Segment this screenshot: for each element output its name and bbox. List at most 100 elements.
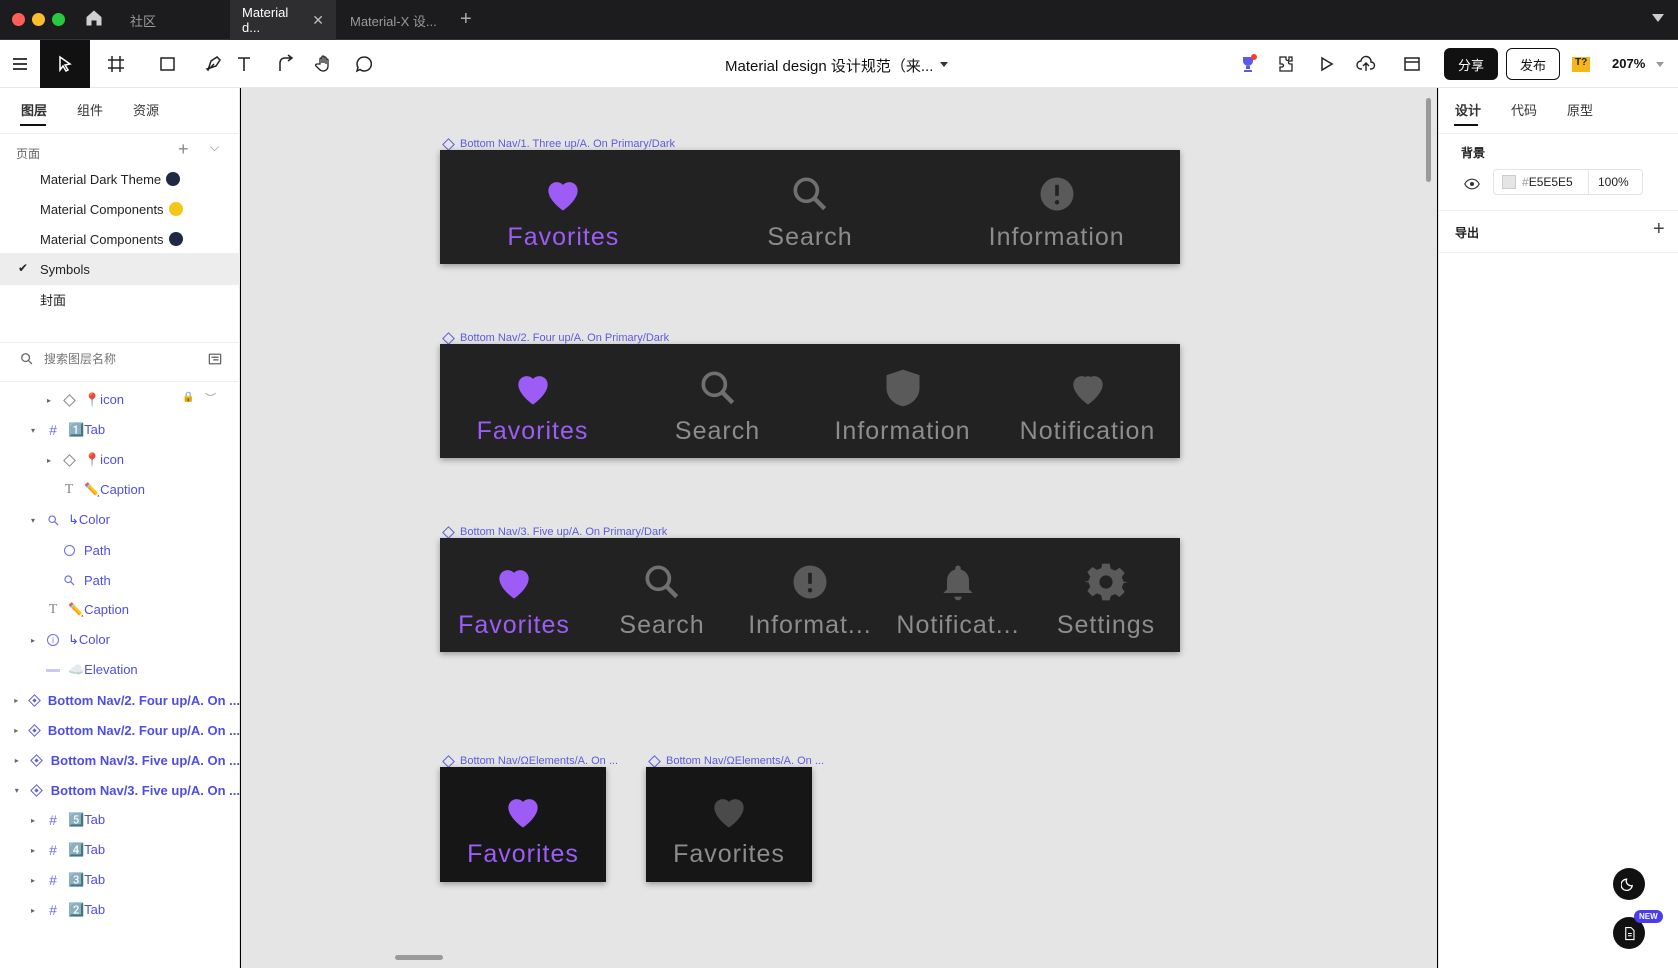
- nav-item[interactable]: Notificat...: [884, 538, 1032, 652]
- nav-item[interactable]: Search: [687, 150, 934, 264]
- bottom-nav-frame[interactable]: Favorites Search Informat... Notificat... Se…: [440, 538, 1180, 652]
- dark-mode-toggle-icon[interactable]: [1613, 868, 1645, 900]
- nav-item[interactable]: Information: [810, 344, 995, 458]
- layer-row[interactable]: ▸ i ↳Color: [0, 624, 240, 656]
- layer-row[interactable]: ▾ #1️⃣Tab: [0, 414, 240, 446]
- page-item[interactable]: Material Components: [0, 193, 240, 225]
- bg-hex-value[interactable]: E5E5E5: [1529, 175, 1573, 189]
- expand-toggle-icon[interactable]: ▸: [28, 636, 38, 645]
- layer-row[interactable]: ▸ 📍icon: [0, 444, 240, 476]
- layer-search-input[interactable]: [44, 349, 194, 369]
- nav-item[interactable]: Favorites: [440, 150, 687, 264]
- expand-toggle-icon[interactable]: ▸: [28, 816, 38, 825]
- layer-row[interactable]: T ✏️Caption: [0, 594, 240, 626]
- tab-components[interactable]: 组件: [77, 100, 103, 119]
- tab-layers[interactable]: 图层: [21, 100, 47, 119]
- tab-code[interactable]: 代码: [1511, 100, 1537, 119]
- zoom-dropdown-icon[interactable]: [1656, 62, 1664, 67]
- layout-icon[interactable]: [1390, 40, 1434, 88]
- minimize-window-button[interactable]: [32, 13, 45, 26]
- nav-item[interactable]: Search: [625, 344, 810, 458]
- frame-label[interactable]: Bottom Nav/ΩElements/A. On ...: [648, 754, 824, 768]
- layer-row[interactable]: ▾ Bottom Nav/3. Five up/A. On ...: [0, 774, 240, 806]
- tab-prototype[interactable]: 原型: [1567, 100, 1593, 119]
- layer-row[interactable]: Path: [0, 534, 240, 566]
- filter-icon[interactable]: [208, 352, 222, 369]
- expand-toggle-icon[interactable]: ▾: [28, 426, 38, 435]
- nav-element-frame[interactable]: Favorites: [440, 767, 606, 882]
- nav-item[interactable]: Informat...: [736, 538, 884, 652]
- layer-row[interactable]: ▸ Bottom Nav/3. Five up/A. On ...: [0, 744, 240, 776]
- plugin-icon[interactable]: [1268, 40, 1304, 88]
- hand-tool-icon[interactable]: [306, 40, 342, 88]
- layer-row[interactable]: ▾ ↳Color: [0, 504, 240, 536]
- bottom-nav-frame[interactable]: Favorites Search Information Notification: [440, 344, 1180, 458]
- nav-item[interactable]: Search: [588, 538, 736, 652]
- tab-design[interactable]: 设计: [1455, 100, 1481, 119]
- add-export-icon[interactable]: +: [1653, 218, 1665, 241]
- vertical-scrollbar[interactable]: [1426, 98, 1431, 182]
- tabs-dropdown-icon[interactable]: [1652, 14, 1664, 22]
- expand-toggle-icon[interactable]: ▾: [12, 786, 22, 795]
- page-item[interactable]: 封面: [0, 283, 240, 315]
- frame-label[interactable]: Bottom Nav/2. Four up/A. On Primary/Dark: [442, 331, 669, 345]
- frame-label[interactable]: Bottom Nav/ΩElements/A. On ...: [442, 754, 618, 768]
- expand-toggle-icon[interactable]: ▸: [44, 396, 54, 405]
- tab-material-design[interactable]: Material d... ✕: [230, 0, 336, 40]
- expand-toggle-icon[interactable]: ▸: [44, 456, 54, 465]
- document-title[interactable]: Material design 设计规范（来...: [725, 55, 933, 76]
- connector-tool-icon[interactable]: [268, 40, 304, 88]
- page-item[interactable]: Material Components: [0, 223, 240, 255]
- frame-label[interactable]: Bottom Nav/1. Three up/A. On Primary/Dar…: [442, 137, 675, 151]
- nav-item[interactable]: Favorites: [440, 344, 625, 458]
- expand-toggle-icon[interactable]: ▸: [12, 756, 22, 765]
- trophy-icon[interactable]: [1230, 40, 1266, 88]
- eye-icon[interactable]: [1464, 178, 1480, 193]
- tab-material-x[interactable]: Material-X 设...: [338, 0, 456, 40]
- bg-opacity-value[interactable]: 100%: [1598, 175, 1629, 189]
- tab-community[interactable]: 社区: [118, 0, 228, 40]
- layer-row[interactable]: ▸ Bottom Nav/2. Four up/A. On ...: [0, 684, 240, 716]
- user-badge[interactable]: T?: [1572, 57, 1591, 72]
- layer-row[interactable]: T ✏️Caption: [0, 474, 240, 506]
- layer-row[interactable]: ▸ Bottom Nav/2. Four up/A. On ...: [0, 714, 240, 746]
- layer-row[interactable]: ☁️Elevation: [0, 654, 240, 686]
- layer-row[interactable]: Path: [0, 564, 240, 596]
- layer-row[interactable]: ▸ #2️⃣Tab: [0, 894, 240, 926]
- expand-toggle-icon[interactable]: ▸: [28, 876, 38, 885]
- expand-toggle-icon[interactable]: ▸: [12, 696, 21, 705]
- layer-row[interactable]: ▸ 📍icon: [0, 384, 240, 416]
- frame-label[interactable]: Bottom Nav/3. Five up/A. On Primary/Dark: [442, 525, 667, 539]
- nav-item[interactable]: Favorites: [440, 538, 588, 652]
- expand-toggle-icon[interactable]: ▸: [28, 846, 38, 855]
- page-item[interactable]: ✔ Symbols: [0, 253, 240, 285]
- nav-item[interactable]: Information: [933, 150, 1180, 264]
- maximize-window-button[interactable]: [52, 13, 65, 26]
- text-tool-icon[interactable]: [226, 40, 262, 88]
- tab-assets[interactable]: 资源: [133, 100, 159, 119]
- collapse-pages-icon[interactable]: ⌵: [210, 140, 219, 155]
- expand-toggle-icon[interactable]: ▸: [12, 726, 21, 735]
- close-window-button[interactable]: [12, 13, 25, 26]
- design-canvas[interactable]: Bottom Nav/1. Three up/A. On Primary/Dar…: [241, 88, 1437, 968]
- rectangle-tool-icon[interactable]: [146, 40, 190, 88]
- nav-item[interactable]: Favorites: [646, 767, 812, 882]
- publish-button[interactable]: 发布: [1506, 48, 1560, 80]
- play-icon[interactable]: [1308, 40, 1344, 88]
- frame-tool-icon[interactable]: [94, 40, 138, 88]
- home-icon[interactable]: [84, 8, 116, 32]
- nav-item[interactable]: Settings: [1032, 538, 1180, 652]
- background-color-field[interactable]: # E5E5E5 100%: [1493, 169, 1643, 195]
- nav-item[interactable]: Notification: [995, 344, 1180, 458]
- title-dropdown-icon[interactable]: [940, 62, 948, 67]
- menu-icon[interactable]: [2, 40, 38, 88]
- zoom-level[interactable]: 207%: [1612, 56, 1645, 71]
- hide-icon[interactable]: ︶: [205, 390, 216, 406]
- page-item[interactable]: Material Dark Theme: [0, 163, 240, 195]
- add-page-icon[interactable]: +: [178, 139, 189, 160]
- nav-item[interactable]: Favorites: [440, 767, 606, 882]
- expand-toggle-icon[interactable]: ▸: [28, 906, 38, 915]
- expand-toggle-icon[interactable]: ▾: [28, 516, 38, 525]
- close-tab-icon[interactable]: ✕: [312, 12, 324, 29]
- lock-icon[interactable]: 🔒: [182, 392, 194, 403]
